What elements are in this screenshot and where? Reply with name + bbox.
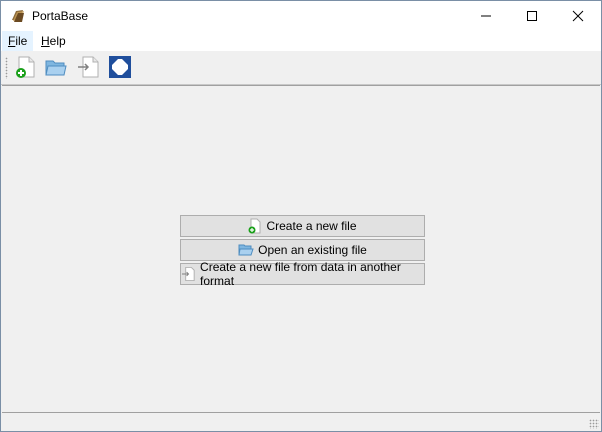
import-file-icon	[78, 56, 99, 78]
toolbar-grip[interactable]	[5, 57, 8, 79]
toolbar	[1, 51, 601, 85]
minimize-icon	[481, 15, 491, 17]
open-existing-file-label: Open an existing file	[258, 243, 367, 257]
new-file-icon	[248, 218, 261, 234]
main-content-area: Create a new file Open an existing file …	[2, 85, 600, 413]
toolbar-new-file-button[interactable]	[11, 53, 39, 81]
toolbar-open-button[interactable]	[42, 53, 70, 81]
maximize-button[interactable]	[509, 1, 555, 31]
create-new-file-label: Create a new file	[266, 219, 357, 233]
menu-help-label: elp	[49, 34, 66, 48]
open-existing-file-button[interactable]: Open an existing file	[180, 239, 425, 261]
menu-file[interactable]: File	[2, 31, 34, 51]
portabase-app-icon	[12, 10, 24, 22]
title-bar[interactable]: PortaBase	[1, 1, 601, 31]
menu-help[interactable]: Help	[35, 31, 72, 51]
menu-bar: File Help	[1, 31, 601, 51]
fullscreen-icon	[109, 56, 131, 78]
minimize-button[interactable]	[463, 1, 509, 31]
app-window: PortaBase File Help Create a new file Op…	[0, 0, 602, 432]
folder-open-icon	[45, 60, 67, 76]
import-file-icon	[181, 266, 195, 282]
folder-open-icon	[238, 244, 254, 256]
maximize-icon	[527, 11, 537, 21]
resize-grip[interactable]	[589, 419, 599, 429]
toolbar-import-button[interactable]	[74, 53, 102, 81]
menu-file-label: ile	[15, 34, 28, 48]
menu-help-mnemonic: H	[41, 34, 50, 48]
import-data-button[interactable]: Create a new file from data in another f…	[180, 260, 425, 288]
import-data-label: Create a new file from data in another f…	[200, 260, 401, 288]
status-bar	[1, 413, 601, 431]
close-icon	[572, 10, 584, 22]
new-file-icon	[16, 56, 35, 78]
create-new-file-button[interactable]: Create a new file	[180, 215, 425, 237]
window-title: PortaBase	[32, 9, 89, 23]
toolbar-fullscreen-button[interactable]	[106, 53, 134, 81]
close-button[interactable]	[555, 1, 601, 31]
